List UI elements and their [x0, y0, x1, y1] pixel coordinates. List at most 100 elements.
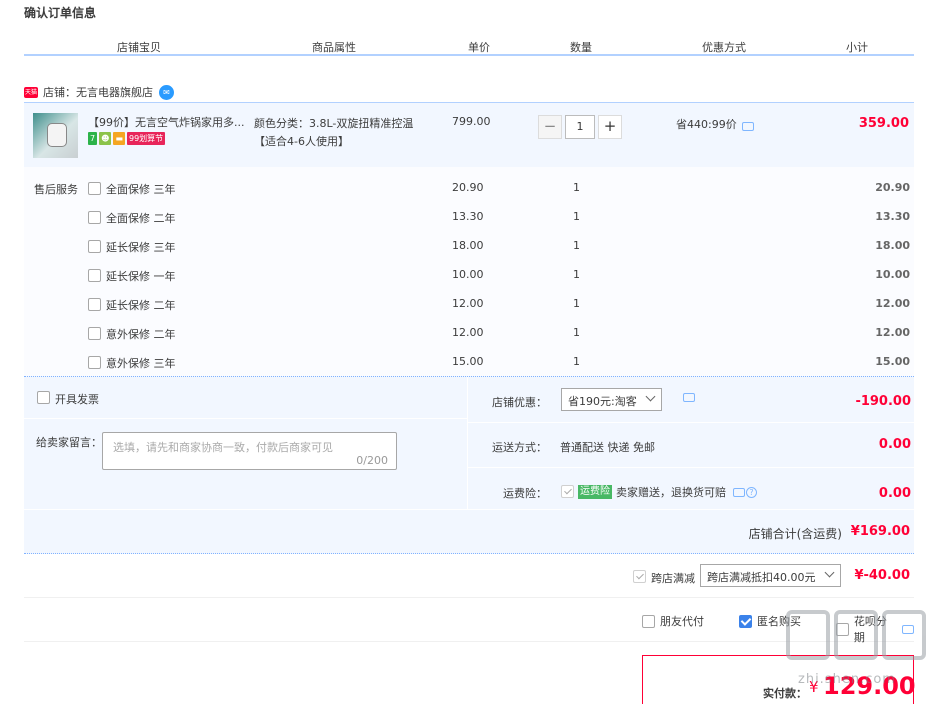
insurance-amount: 0.00	[878, 486, 911, 501]
item-attr-line2: 【适合4-6人使用】	[254, 135, 349, 148]
column-header: 店铺宝贝 商品属性 单价 数量 优惠方式 小计	[24, 38, 914, 56]
shipping-row: 运送方式： 普通配送 快递 免邮 0.00	[468, 423, 915, 468]
service-name: 意外保修 三年	[106, 357, 176, 370]
chevron-down-icon	[824, 567, 835, 578]
note-section: 给卖家留言： 选填，请先和商家协商一致，付款后商家可见 0/200	[24, 419, 467, 510]
service-name: 全面保修 三年	[106, 183, 176, 196]
service-checkbox[interactable]	[88, 211, 101, 224]
service-checkbox[interactable]	[88, 356, 101, 369]
note-placeholder: 选填，请先和商家协商一致，付款后商家可见	[113, 441, 333, 454]
huabei-label: 花呗分期	[853, 615, 887, 644]
service-checkbox[interactable]	[88, 269, 101, 282]
badge-service-icon: ☻	[99, 132, 112, 145]
option-anonymous[interactable]: 匿名购买	[739, 613, 801, 629]
insurance-text: 卖家赠送，退换货可赔	[616, 486, 726, 499]
shop-discount-select[interactable]: 省190元:淘客	[561, 388, 662, 411]
shop-total-value: ¥169.00	[850, 524, 910, 539]
anonymous-checkbox[interactable]	[739, 614, 752, 628]
comment-icon[interactable]	[733, 487, 745, 497]
service-price: 10.00	[452, 268, 484, 281]
shop-discount-label: 店铺优惠：	[492, 396, 547, 409]
shop-total-bar: 店铺合计(含运费) ¥169.00	[24, 509, 914, 554]
note-label: 给卖家留言：	[36, 436, 102, 449]
service-qty: 1	[573, 326, 580, 339]
service-qty: 1	[573, 239, 580, 252]
order-block: 【99价】无言空气炸锅家用多... 7 ☻ ▬ 99划算节 颜色分类：3.8L-…	[24, 102, 914, 376]
service-total: 15.00	[875, 355, 910, 368]
comment-icon[interactable]	[683, 393, 695, 402]
insurance-info: 运费险 卖家赠送，退换货可赔 ?	[578, 484, 757, 500]
note-char-count: 0/200	[356, 454, 388, 467]
cross-store-discount-row: 跨店满减 跨店满减抵扣40.00元 ¥-40.00	[24, 555, 914, 598]
service-checkbox[interactable]	[88, 240, 101, 253]
col-qty: 数量	[570, 41, 592, 54]
col-attr: 商品属性	[312, 41, 356, 54]
payment-amount: 129.00	[823, 672, 916, 700]
item-attr-line1: 颜色分类：3.8L-双旋扭精准控温	[254, 117, 414, 130]
item-discount: 省440:99价	[676, 116, 754, 132]
shop-discount-amount: -190.00	[855, 394, 911, 409]
service-price: 12.00	[452, 297, 484, 310]
service-name: 延长保修 一年	[106, 270, 176, 283]
payment-options-row: 朋友代付 匿名购买 花呗分期	[24, 598, 914, 645]
shop-name[interactable]: 店铺：无言电器旗舰店	[43, 84, 153, 100]
payment-currency: ¥	[809, 678, 819, 696]
service-row: 延长保修 三年 18.00 1 18.00	[24, 238, 914, 258]
option-huabei[interactable]: 花呗分期	[836, 613, 914, 645]
service-row: 全面保修 二年 13.30 1 13.30	[24, 209, 914, 229]
friend-pay-checkbox[interactable]	[642, 614, 655, 628]
item-discount-text: 省440:99价	[676, 118, 737, 131]
comment-icon[interactable]	[741, 121, 754, 131]
service-price: 15.00	[452, 355, 484, 368]
quantity-input[interactable]: 1	[565, 115, 595, 139]
insurance-label: 运费险：	[503, 487, 547, 500]
shop-discount-selected: 省190元:淘客	[568, 395, 637, 408]
help-icon[interactable]: ?	[746, 486, 757, 498]
comment-icon[interactable]	[902, 624, 914, 634]
anonymous-label: 匿名购买	[757, 615, 801, 628]
quantity-minus-button[interactable]: −	[538, 115, 562, 139]
item-badges: 7 ☻ ▬ 99划算节	[88, 132, 166, 145]
shipping-amount: 0.00	[878, 437, 911, 452]
service-row: 延长保修 一年 10.00 1 10.00	[24, 267, 914, 287]
cross-discount-label: 跨店满减	[651, 572, 695, 585]
col-item: 店铺宝贝	[117, 41, 161, 54]
service-name: 延长保修 二年	[106, 299, 176, 312]
item-attributes: 颜色分类：3.8L-双旋扭精准控温 【适合4-6人使用】	[254, 115, 413, 151]
service-checkbox[interactable]	[88, 298, 101, 311]
badge-99-festival: 99划算节	[127, 132, 166, 145]
order-extras: 开具发票 给卖家留言： 选填，请先和商家协商一致，付款后商家可见 0/200 店…	[24, 376, 915, 510]
service-row: 延长保修 二年 12.00 1 12.00	[24, 296, 914, 316]
shipping-method: 普通配送 快递 免邮	[560, 441, 655, 454]
option-friend-pay[interactable]: 朋友代付	[642, 613, 704, 629]
quantity-stepper: − 1 +	[538, 115, 622, 139]
seller-note-input[interactable]: 选填，请先和商家协商一致，付款后商家可见 0/200	[102, 432, 397, 470]
service-price: 20.90	[452, 181, 484, 194]
service-qty: 1	[573, 181, 580, 194]
service-checkbox[interactable]	[88, 327, 101, 340]
service-total: 10.00	[875, 268, 910, 281]
service-name: 意外保修 二年	[106, 328, 176, 341]
product-thumbnail[interactable]	[33, 113, 78, 158]
service-qty: 1	[573, 210, 580, 223]
payment-summary: 实付款： ¥ 129.00	[642, 655, 916, 704]
cross-discount-select[interactable]: 跨店满减抵扣40.00元	[700, 564, 841, 587]
wangwang-icon[interactable]: ✉	[159, 84, 174, 100]
service-name: 延长保修 三年	[106, 241, 176, 254]
huabei-checkbox[interactable]	[836, 622, 849, 636]
insurance-tag: 运费险	[578, 485, 612, 499]
service-price: 13.30	[452, 210, 484, 223]
service-total: 12.00	[875, 326, 910, 339]
insurance-checkbox	[561, 485, 574, 498]
cross-discount-selected: 跨店满减抵扣40.00元	[707, 571, 816, 584]
service-checkbox[interactable]	[88, 182, 101, 195]
item-title[interactable]: 【99价】无言空气炸锅家用多...	[88, 114, 244, 130]
invoice-checkbox[interactable]	[37, 391, 50, 404]
shop-line: 天猫 店铺：无言电器旗舰店 ✉	[24, 83, 174, 101]
service-qty: 1	[573, 297, 580, 310]
cross-discount-amount: ¥-40.00	[854, 568, 910, 583]
extras-right: 店铺优惠： 省190元:淘客 -190.00 运送方式： 普通配送 快递 免邮 …	[467, 377, 915, 510]
shop-total-label: 店铺合计(含运费)	[748, 527, 842, 541]
quantity-plus-button[interactable]: +	[598, 115, 622, 139]
col-price: 单价	[468, 41, 490, 54]
